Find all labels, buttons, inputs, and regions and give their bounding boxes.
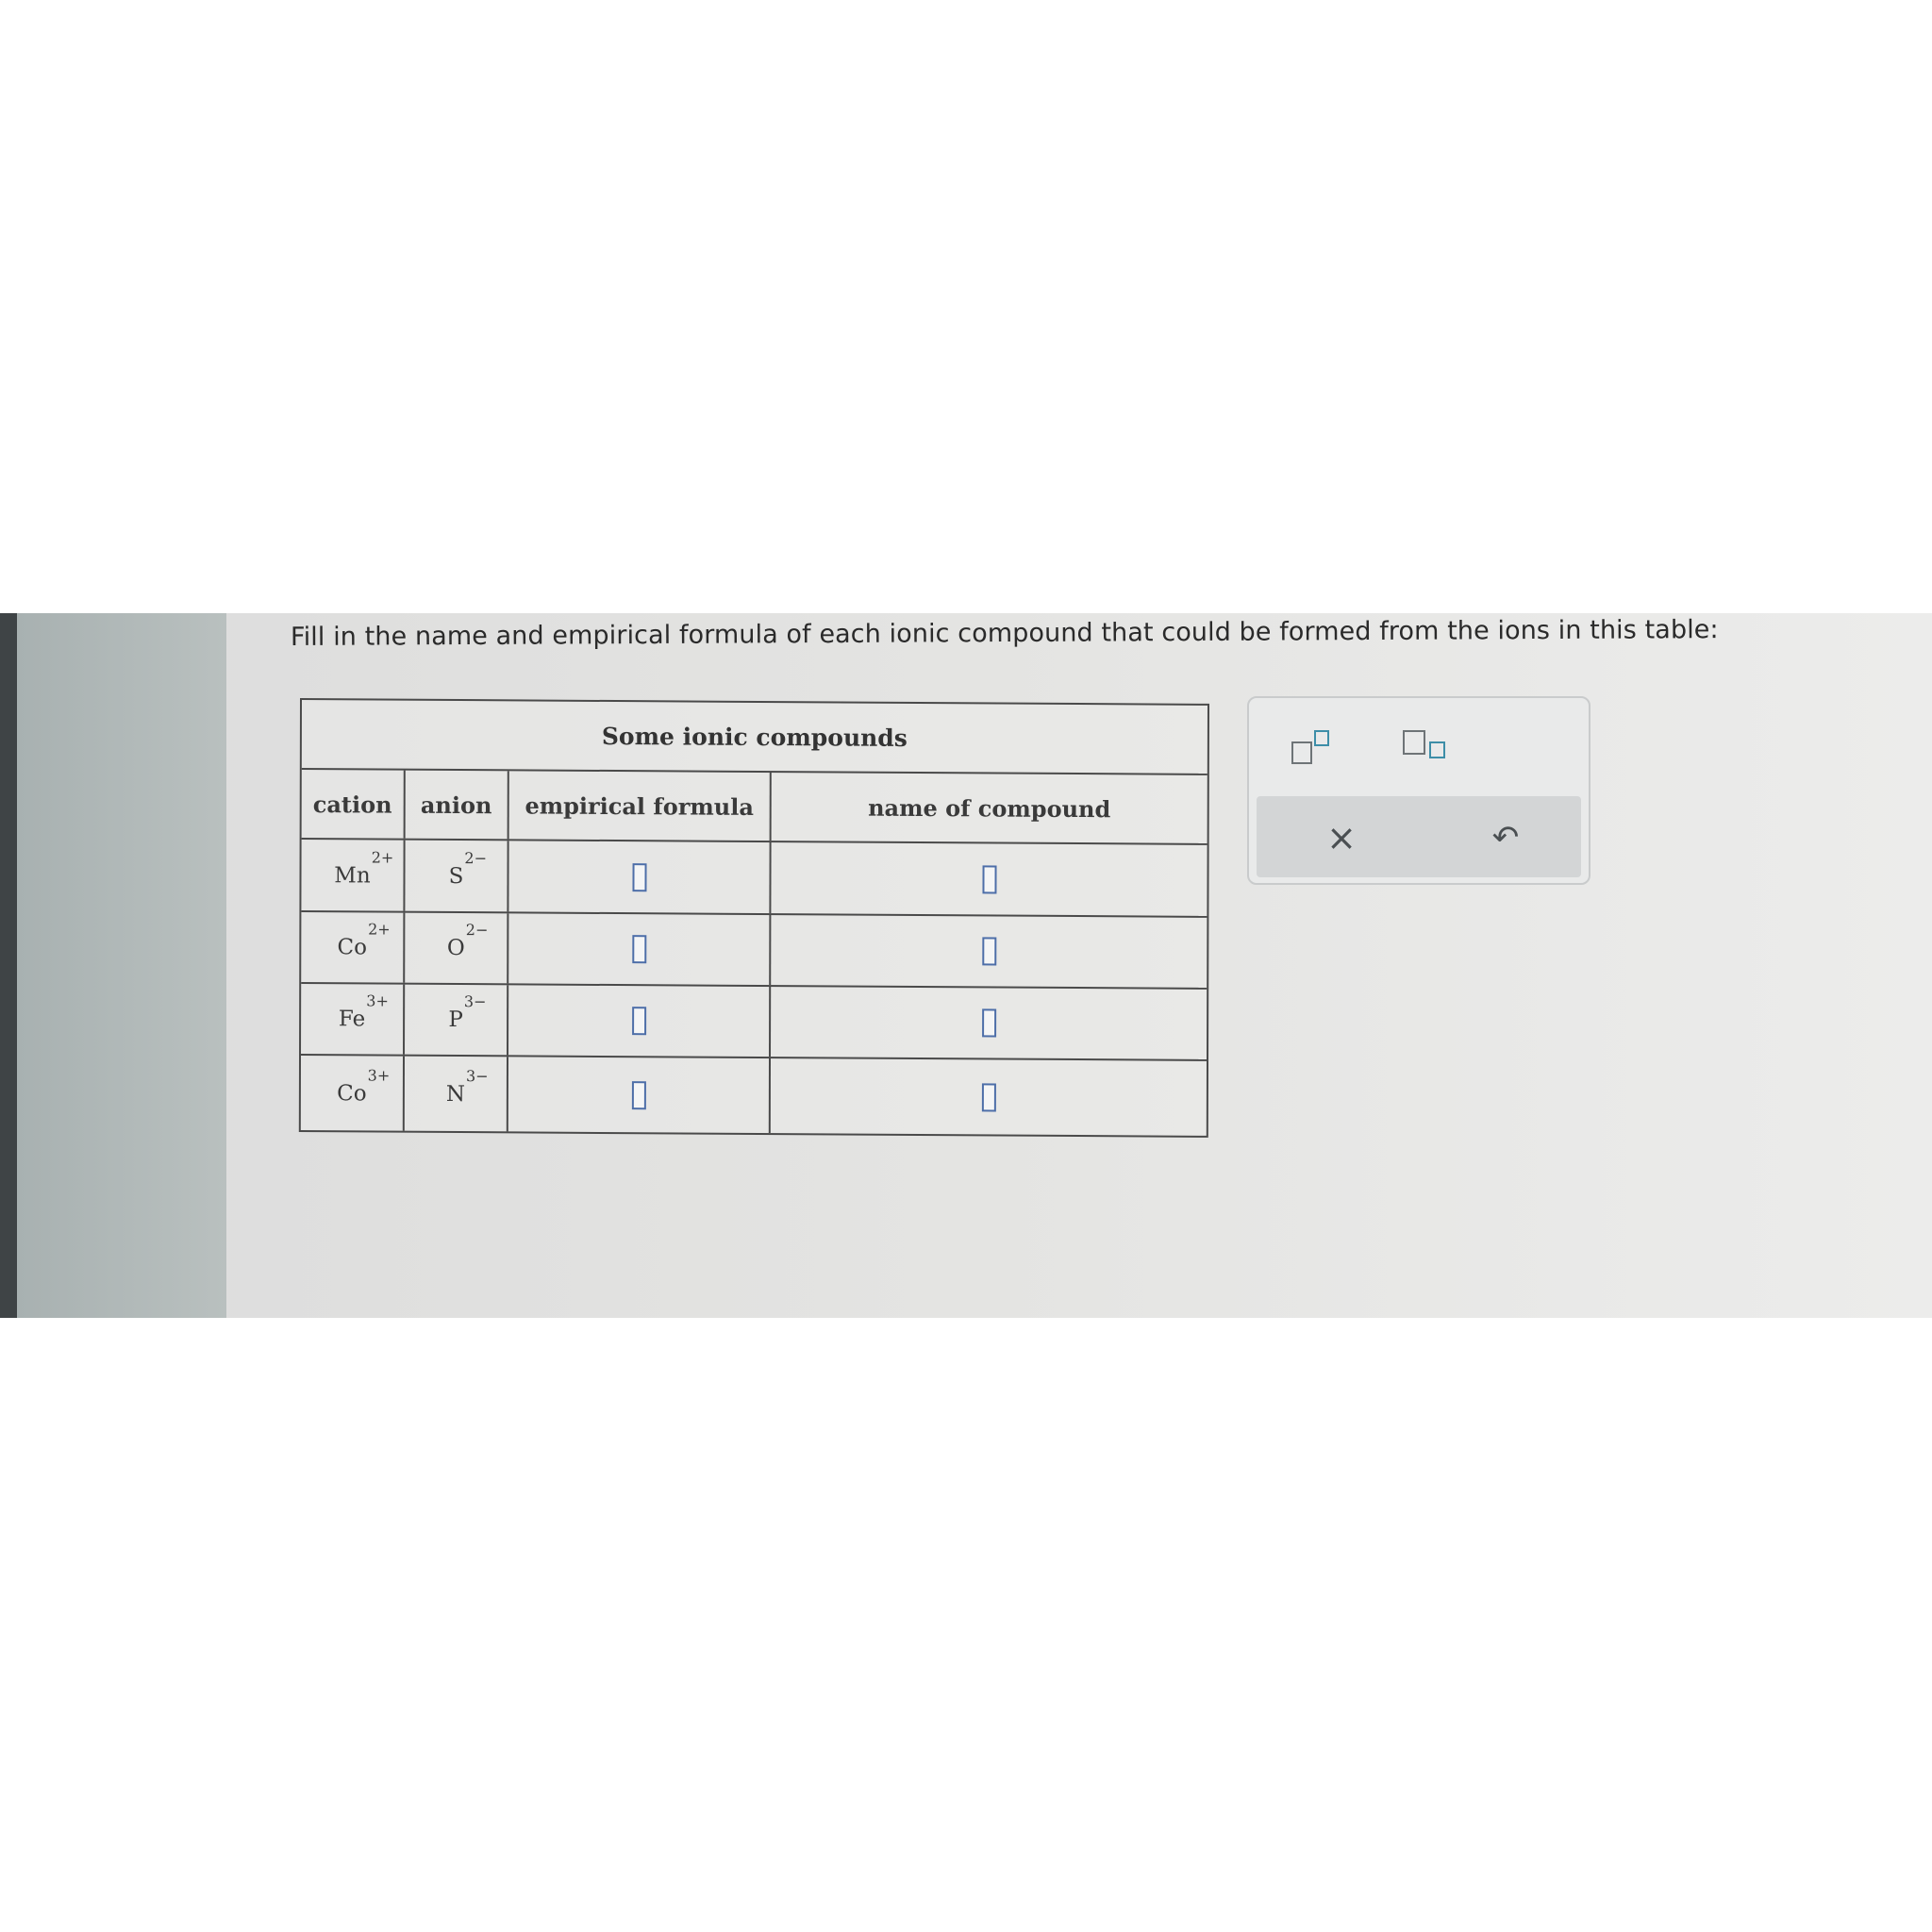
superscript-button[interactable] xyxy=(1283,719,1340,775)
anion-ion: P 3− xyxy=(448,992,487,1033)
anion-ion: O 2− xyxy=(446,921,489,961)
cation-ion: Co 2+ xyxy=(337,920,391,960)
table-row: Mn 2+ S 2− xyxy=(301,840,1208,918)
compound-name-input[interactable] xyxy=(981,1082,996,1112)
empirical-formula-input[interactable] xyxy=(631,862,647,891)
compound-name-input[interactable] xyxy=(981,937,996,966)
table-header-row: cation anion empirical formula name of c… xyxy=(301,770,1208,845)
header-empirical-formula: empirical formula xyxy=(508,771,772,841)
empirical-formula-input[interactable] xyxy=(631,935,646,964)
cation-ion: Mn 2+ xyxy=(334,847,394,888)
subscript-button[interactable] xyxy=(1391,719,1457,775)
ionic-compounds-table: Some ionic compounds cation anion empiri… xyxy=(298,698,1209,1138)
template-palette xyxy=(1249,698,1589,794)
anion-ion: N 3− xyxy=(445,1066,489,1107)
header-name-of-compound: name of compound xyxy=(868,793,1111,823)
table-row: Co 3+ N 3− xyxy=(300,1056,1207,1136)
compound-name-input[interactable] xyxy=(981,1008,996,1038)
header-cation: cation xyxy=(301,770,406,839)
undo-icon: ↶ xyxy=(1491,819,1520,857)
action-bar: × ↶ xyxy=(1257,796,1581,877)
close-icon: × xyxy=(1326,817,1357,858)
superscript-template-icon xyxy=(1288,728,1335,766)
table-row: Fe 3+ P 3− xyxy=(301,984,1208,1061)
compound-name-input[interactable] xyxy=(981,864,997,894)
cation-ion: Fe 3+ xyxy=(338,991,389,1032)
side-panel xyxy=(17,613,226,1318)
anion-ion: S 2− xyxy=(448,848,488,889)
subscript-template-icon xyxy=(1397,728,1450,766)
header-anion: anion xyxy=(405,770,509,840)
table-row: Co 2+ O 2− xyxy=(301,912,1208,990)
clear-button[interactable]: × xyxy=(1313,809,1370,866)
monitor-bezel xyxy=(0,613,17,1318)
empirical-formula-input[interactable] xyxy=(631,1007,646,1036)
answer-toolbar: × ↶ xyxy=(1247,696,1591,885)
undo-button[interactable]: ↶ xyxy=(1477,809,1534,866)
empirical-formula-input[interactable] xyxy=(631,1080,646,1109)
table-caption: Some ionic compounds xyxy=(301,700,1208,775)
cation-ion: Co 3+ xyxy=(337,1065,391,1106)
